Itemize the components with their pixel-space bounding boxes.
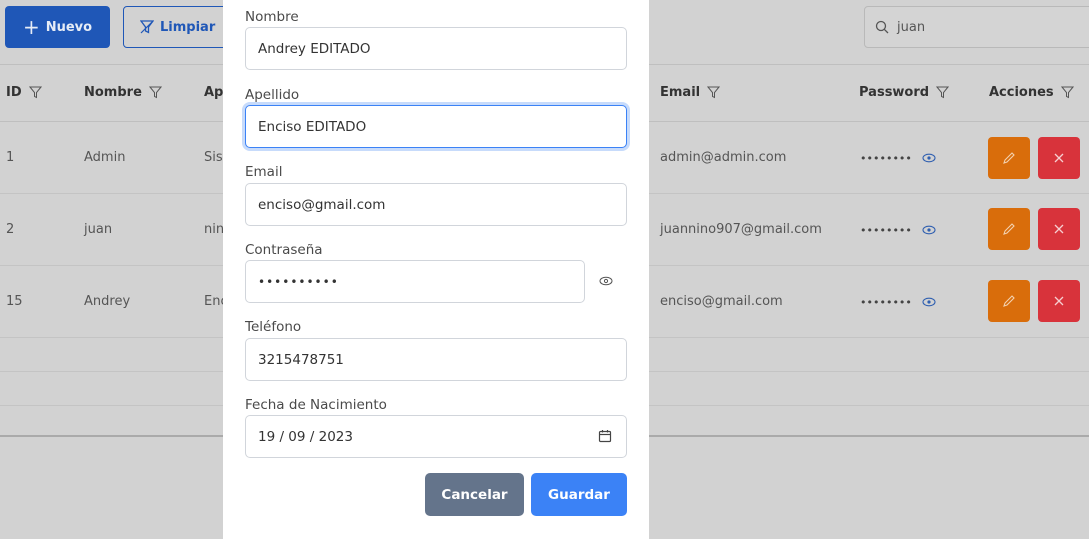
close-icon bbox=[1054, 296, 1064, 306]
delete-button[interactable] bbox=[1038, 137, 1080, 179]
calendar-icon[interactable] bbox=[598, 429, 612, 443]
email-value: enciso@gmail.com bbox=[258, 196, 386, 213]
fecha-value: 19 / 09 / 2023 bbox=[258, 428, 353, 445]
edit-button[interactable] bbox=[988, 280, 1030, 322]
password-label: Contraseña bbox=[245, 242, 323, 258]
plus-icon: + bbox=[22, 15, 40, 39]
header-password[interactable]: Password bbox=[859, 85, 950, 100]
password-value: •••••••••• bbox=[258, 274, 339, 289]
header-nombre-label: Nombre bbox=[84, 85, 142, 100]
cell-apellido: nin bbox=[204, 222, 225, 237]
header-nombre[interactable]: Nombre bbox=[84, 85, 162, 100]
header-id[interactable]: ID bbox=[6, 85, 42, 100]
edit-button[interactable] bbox=[988, 208, 1030, 250]
cell-password: •••••••• bbox=[860, 296, 912, 309]
filter-icon[interactable] bbox=[28, 86, 42, 99]
telefono-label: Teléfono bbox=[245, 319, 302, 335]
telefono-input[interactable]: 3215478751 bbox=[245, 338, 627, 381]
new-button-label: Nuevo bbox=[45, 19, 93, 35]
eye-icon[interactable] bbox=[599, 276, 613, 286]
apellido-label: Apellido bbox=[245, 87, 300, 103]
email-input[interactable]: enciso@gmail.com bbox=[245, 183, 627, 226]
filter-icon[interactable] bbox=[936, 86, 950, 99]
nombre-label: Nombre bbox=[245, 9, 299, 25]
password-input[interactable]: •••••••••• bbox=[245, 260, 585, 303]
cancel-button[interactable]: Cancelar bbox=[425, 473, 524, 516]
fecha-label: Fecha de Nacimiento bbox=[245, 397, 387, 413]
cell-nombre: Andrey bbox=[84, 294, 131, 309]
fecha-input[interactable]: 19 / 09 / 2023 bbox=[245, 415, 627, 458]
filter-slash-icon bbox=[140, 20, 154, 34]
apellido-value: Enciso EDITADO bbox=[258, 118, 367, 135]
search-icon bbox=[875, 20, 889, 34]
cell-nombre: juan bbox=[84, 222, 113, 237]
cell-email: admin@admin.com bbox=[660, 150, 787, 165]
save-button[interactable]: Guardar bbox=[531, 473, 627, 516]
edit-button[interactable] bbox=[988, 137, 1030, 179]
cell-id: 2 bbox=[6, 222, 15, 237]
delete-button[interactable] bbox=[1038, 208, 1080, 250]
nombre-input[interactable]: Andrey EDITADO bbox=[245, 27, 627, 70]
pencil-icon bbox=[1003, 152, 1015, 164]
search-value: juan bbox=[897, 19, 926, 35]
close-icon bbox=[1054, 153, 1064, 163]
pencil-icon bbox=[1003, 295, 1015, 307]
new-button[interactable]: + Nuevo bbox=[5, 6, 110, 48]
close-icon bbox=[1054, 224, 1064, 234]
edit-user-dialog: Nombre Andrey EDITADO Apellido Enciso ED… bbox=[223, 0, 649, 539]
nombre-value: Andrey EDITADO bbox=[258, 40, 371, 57]
email-label: Email bbox=[245, 164, 283, 180]
delete-button[interactable] bbox=[1038, 280, 1080, 322]
filter-icon[interactable] bbox=[1060, 86, 1074, 99]
cell-email: enciso@gmail.com bbox=[660, 294, 783, 309]
filter-icon[interactable] bbox=[707, 86, 721, 99]
cell-nombre: Admin bbox=[84, 150, 126, 165]
eye-icon[interactable] bbox=[922, 297, 936, 307]
header-password-label: Password bbox=[859, 85, 930, 100]
telefono-value: 3215478751 bbox=[258, 351, 344, 368]
header-id-label: ID bbox=[6, 85, 22, 100]
header-apellido-label: Ap bbox=[204, 85, 224, 100]
cell-id: 1 bbox=[6, 150, 15, 165]
filter-icon[interactable] bbox=[148, 86, 162, 99]
apellido-input[interactable]: Enciso EDITADO bbox=[245, 105, 627, 148]
header-email[interactable]: Email bbox=[660, 85, 721, 100]
eye-icon[interactable] bbox=[922, 225, 936, 235]
cell-email: juannino907@gmail.com bbox=[660, 222, 822, 237]
eye-icon[interactable] bbox=[922, 153, 936, 163]
clear-filters-label: Limpiar bbox=[160, 19, 216, 35]
header-acciones[interactable]: Acciones bbox=[989, 85, 1074, 100]
cell-password: •••••••• bbox=[860, 152, 912, 165]
search-input[interactable]: juan bbox=[864, 6, 1089, 48]
clear-filters-button[interactable]: Limpiar bbox=[123, 6, 233, 48]
cell-password: •••••••• bbox=[860, 224, 912, 237]
header-email-label: Email bbox=[660, 85, 701, 100]
cell-id: 15 bbox=[6, 294, 23, 309]
header-acciones-label: Acciones bbox=[989, 85, 1054, 100]
pencil-icon bbox=[1003, 223, 1015, 235]
header-apellido[interactable]: Ap bbox=[204, 85, 223, 100]
